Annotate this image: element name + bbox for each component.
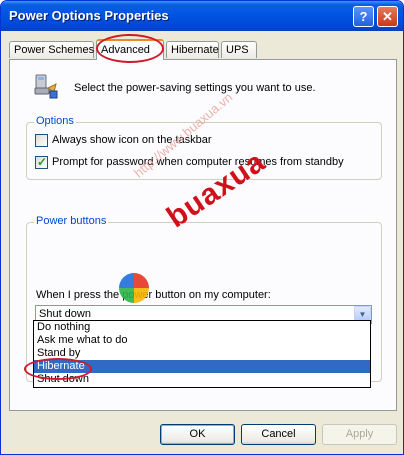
prompt-password-checkbox[interactable]: ✓	[35, 155, 48, 169]
tab-hibernate[interactable]: Hibernate	[166, 41, 219, 58]
dropdown-option-shut-down[interactable]: Shut down	[34, 373, 370, 386]
dropdown-option-stand-by[interactable]: Stand by	[34, 347, 370, 360]
power-button-options-list[interactable]: Do nothing Ask me what to do Stand by Hi…	[33, 320, 371, 388]
watermark-logo-icon	[119, 273, 149, 303]
power-buttons-group-title: Power buttons	[34, 215, 109, 227]
power-options-dialog: Power Options Properties ? ✕ Power Schem…	[0, 0, 404, 455]
apply-button[interactable]: Apply	[322, 424, 397, 445]
options-group-title: Options	[34, 115, 76, 127]
tab-strip: Power Schemes Advanced Hibernate UPS	[9, 39, 397, 60]
options-group: Options Always show icon on the taskbar …	[26, 115, 382, 180]
tab-advanced[interactable]: Advanced	[96, 39, 164, 60]
dropdown-option-hibernate[interactable]: Hibernate	[34, 360, 370, 373]
help-icon: ?	[359, 9, 368, 24]
dropdown-option-ask-me[interactable]: Ask me what to do	[34, 334, 370, 347]
power-options-icon	[34, 74, 58, 99]
ok-button[interactable]: OK	[160, 424, 235, 445]
dialog-button-row: OK Cancel Apply	[1, 419, 403, 449]
help-button[interactable]: ?	[353, 6, 374, 27]
power-button-action-label: When I press the power button on my comp…	[36, 289, 271, 301]
header-description: Select the power-saving settings you wan…	[74, 82, 316, 94]
prompt-password-label: Prompt for password when computer resume…	[52, 156, 344, 168]
window-title: Power Options Properties	[9, 8, 169, 23]
dropdown-option-do-nothing[interactable]: Do nothing	[34, 321, 370, 334]
close-button[interactable]: ✕	[377, 6, 398, 27]
tab-power-schemes[interactable]: Power Schemes	[9, 41, 94, 58]
tab-ups[interactable]: UPS	[221, 41, 257, 58]
taskbar-icon-checkbox[interactable]	[35, 134, 48, 147]
close-icon: ✕	[382, 9, 393, 24]
title-bar[interactable]: Power Options Properties ? ✕	[1, 1, 403, 31]
checkmark-icon: ✓	[37, 155, 48, 169]
cancel-button[interactable]: Cancel	[241, 424, 316, 445]
select-current-value: Shut down	[39, 308, 91, 320]
